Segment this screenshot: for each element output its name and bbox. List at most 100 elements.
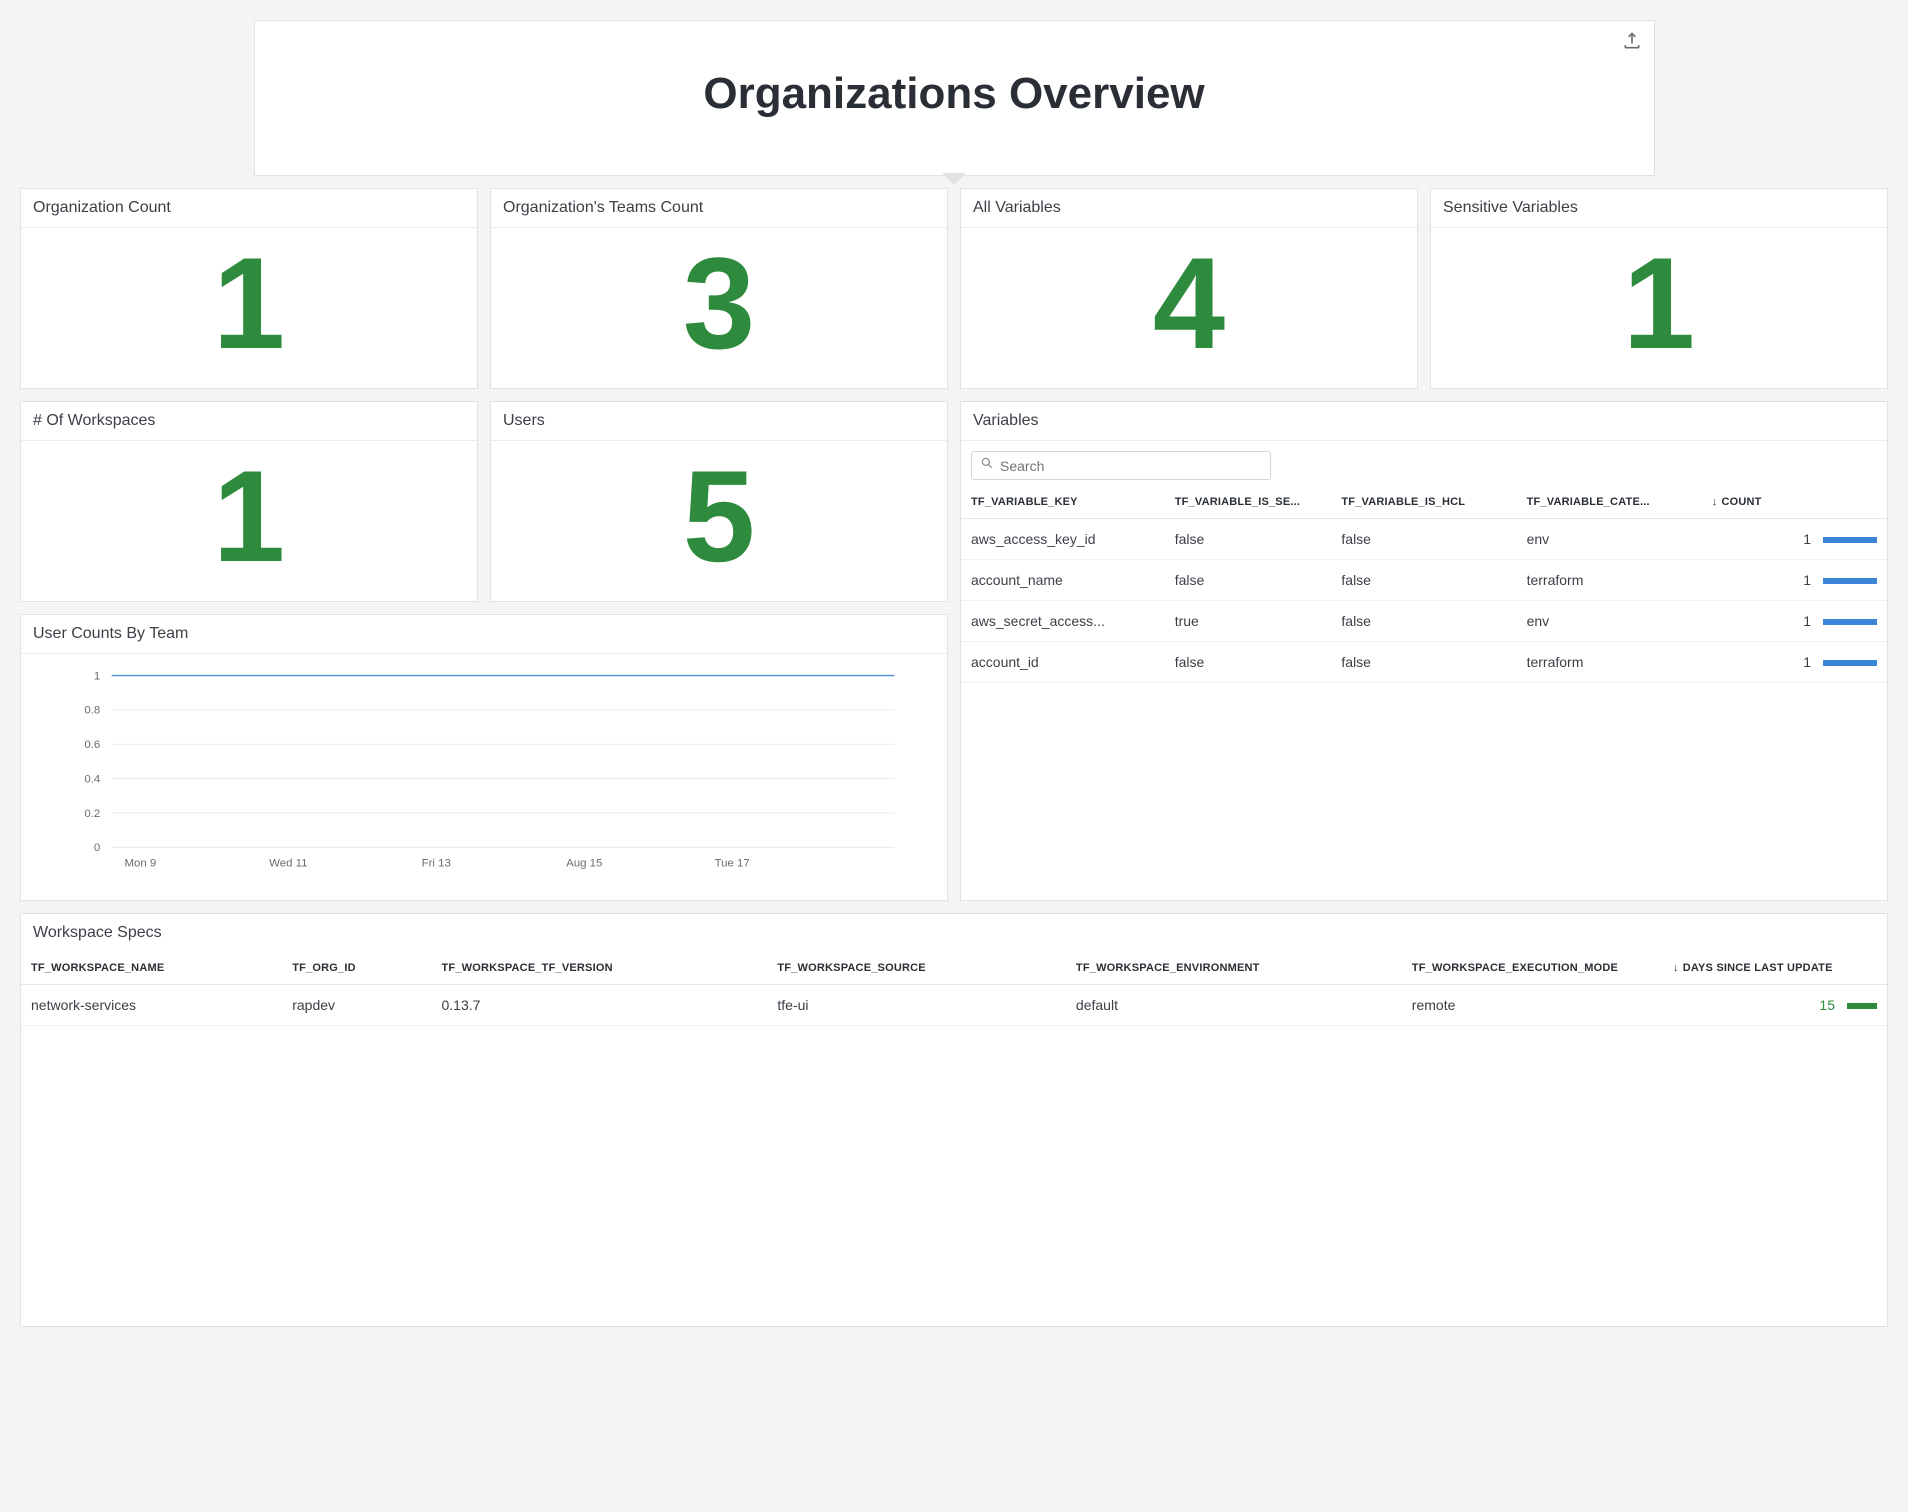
line-chart-svg: 0 0.2 0.4 0.6 0.8 1 Mon 9 Wed 11 Fri 13 Aug 15 Tu…: [37, 666, 931, 876]
col-is-se[interactable]: TF_VARIABLE_IS_SE...: [1165, 486, 1332, 519]
right-column: Variables TF_VARIABLE_KEY TF_VARIA: [960, 401, 1888, 901]
card-workspaces: # Of Workspaces 1: [20, 401, 478, 602]
cell-src: tfe-ui: [767, 985, 1066, 1026]
kpi-row-1: Organization Count 1 Organization's Team…: [20, 188, 1888, 389]
card-value: 4: [961, 228, 1417, 388]
col-tf-version[interactable]: TF_WORKSPACE_TF_VERSION: [432, 952, 768, 985]
cell-is-se: false: [1165, 642, 1332, 683]
col-exec-mode[interactable]: TF_WORKSPACE_EXECUTION_MODE: [1402, 952, 1663, 985]
search-input[interactable]: [1000, 458, 1262, 474]
card-value: 3: [491, 228, 947, 388]
table-row[interactable]: network-servicesrapdev0.13.7tfe-uidefaul…: [21, 985, 1887, 1026]
svg-text:0.2: 0.2: [84, 808, 100, 820]
cell-cate: env: [1517, 519, 1702, 560]
col-count[interactable]: ↓COUNT: [1702, 486, 1887, 519]
card-sensitive-variables: Sensitive Variables 1: [1430, 188, 1888, 389]
cell-key: account_id: [961, 642, 1165, 683]
cell-is-se: true: [1165, 601, 1332, 642]
svg-text:0.6: 0.6: [84, 739, 100, 751]
svg-text:0: 0: [94, 842, 100, 854]
card-title: Organization Count: [21, 189, 477, 228]
svg-text:Mon 9: Mon 9: [124, 857, 156, 869]
card-title: # Of Workspaces: [21, 402, 477, 441]
col-is-hcl[interactable]: TF_VARIABLE_IS_HCL: [1331, 486, 1516, 519]
col-ws-name[interactable]: TF_WORKSPACE_NAME: [21, 952, 282, 985]
cell-is-hcl: false: [1331, 642, 1516, 683]
col-source[interactable]: TF_WORKSPACE_SOURCE: [767, 952, 1066, 985]
cell-is-hcl: false: [1331, 560, 1516, 601]
svg-text:Fri 13: Fri 13: [422, 857, 451, 869]
cell-cate: terraform: [1517, 642, 1702, 683]
cell-key: account_name: [961, 560, 1165, 601]
card-title: Sensitive Variables: [1431, 189, 1887, 228]
col-days[interactable]: ↓DAYS SINCE LAST UPDATE: [1663, 952, 1887, 985]
export-icon[interactable]: [1622, 31, 1642, 51]
table-row[interactable]: aws_access_key_idfalsefalseenv1: [961, 519, 1887, 560]
cell-key: aws_secret_access...: [961, 601, 1165, 642]
cell-ws-name: network-services: [21, 985, 282, 1026]
workspace-specs-table: TF_WORKSPACE_NAME TF_ORG_ID TF_WORKSPACE…: [21, 952, 1887, 1026]
svg-text:Tue 17: Tue 17: [715, 857, 750, 869]
panel-variables: Variables TF_VARIABLE_KEY TF_VARIA: [960, 401, 1888, 901]
cell-ver: 0.13.7: [432, 985, 768, 1026]
chart-body: 0 0.2 0.4 0.6 0.8 1 Mon 9 Wed 11 Fri 13 Aug 15 Tu…: [21, 654, 947, 886]
search-box[interactable]: [971, 451, 1271, 480]
page-title: Organizations Overview: [271, 69, 1638, 119]
col-env[interactable]: TF_WORKSPACE_ENVIRONMENT: [1066, 952, 1402, 985]
bar-icon: [1823, 660, 1877, 666]
table-row[interactable]: account_idfalsefalseterraform1: [961, 642, 1887, 683]
cell-count: 1: [1702, 601, 1887, 642]
card-users: Users 5: [490, 401, 948, 602]
cell-mode: remote: [1402, 985, 1663, 1026]
bar-icon: [1823, 578, 1877, 584]
cell-env: default: [1066, 985, 1402, 1026]
svg-text:Aug 15: Aug 15: [566, 857, 602, 869]
dashboard: Organizations Overview Organization Coun…: [20, 20, 1888, 1327]
card-title: All Variables: [961, 189, 1417, 228]
svg-text:0.4: 0.4: [84, 773, 101, 785]
sort-desc-icon: ↓: [1673, 962, 1679, 974]
card-value: 5: [491, 441, 947, 601]
header-banner: Organizations Overview: [254, 20, 1655, 176]
card-title: Organization's Teams Count: [491, 189, 947, 228]
cell-key: aws_access_key_id: [961, 519, 1165, 560]
bar-icon: [1823, 619, 1877, 625]
cell-org: rapdev: [282, 985, 431, 1026]
left-column: # Of Workspaces 1 Users 5 User Counts By…: [20, 401, 948, 901]
panel-title: Workspace Specs: [21, 914, 1887, 952]
cell-count: 1: [1702, 560, 1887, 601]
bar-icon: [1823, 537, 1877, 543]
card-teams-count: Organization's Teams Count 3: [490, 188, 948, 389]
row-2: # Of Workspaces 1 Users 5 User Counts By…: [20, 401, 1888, 901]
cell-is-se: false: [1165, 519, 1332, 560]
table-header-row: TF_VARIABLE_KEY TF_VARIABLE_IS_SE... TF_…: [961, 486, 1887, 519]
card-value: 1: [1431, 228, 1887, 388]
card-title: Users: [491, 402, 947, 441]
table-row[interactable]: aws_secret_access...truefalseenv1: [961, 601, 1887, 642]
card-value: 1: [21, 441, 477, 601]
cell-count: 1: [1702, 519, 1887, 560]
bar-icon: [1847, 1003, 1877, 1009]
cell-cate: env: [1517, 601, 1702, 642]
variables-table: TF_VARIABLE_KEY TF_VARIABLE_IS_SE... TF_…: [961, 486, 1887, 683]
cell-is-hcl: false: [1331, 519, 1516, 560]
cell-cate: terraform: [1517, 560, 1702, 601]
col-org-id[interactable]: TF_ORG_ID: [282, 952, 431, 985]
table-row[interactable]: account_namefalsefalseterraform1: [961, 560, 1887, 601]
chart-title: User Counts By Team: [21, 615, 947, 654]
panel-workspace-specs: Workspace Specs TF_WORKSPACE_NAME TF_ORG…: [20, 913, 1888, 1327]
panel-title: Variables: [961, 402, 1887, 441]
search-icon: [980, 456, 1000, 475]
cell-is-se: false: [1165, 560, 1332, 601]
card-value: 1: [21, 228, 477, 388]
card-all-variables: All Variables 4: [960, 188, 1418, 389]
svg-text:0.8: 0.8: [84, 705, 100, 717]
col-key[interactable]: TF_VARIABLE_KEY: [961, 486, 1165, 519]
cell-count: 1: [1702, 642, 1887, 683]
chart-user-counts-by-team: User Counts By Team 0 0.2 0.4 0.6 0.8 1 Mon 9…: [20, 614, 948, 901]
svg-text:1: 1: [94, 670, 100, 682]
cell-days: 15: [1663, 985, 1887, 1026]
cell-is-hcl: false: [1331, 601, 1516, 642]
col-cate[interactable]: TF_VARIABLE_CATE...: [1517, 486, 1702, 519]
svg-text:Wed 11: Wed 11: [269, 857, 307, 869]
